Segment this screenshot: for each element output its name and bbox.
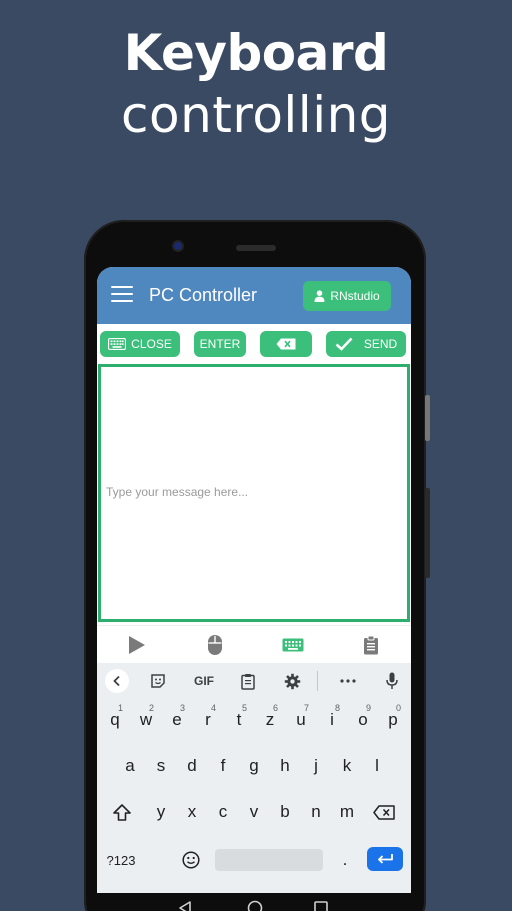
keyboard-suggestion-bar: GIF [97,663,411,699]
spacebar-key[interactable] [215,849,323,871]
back-triangle-icon[interactable] [179,901,191,911]
checkmark-icon [335,337,353,351]
microphone-icon[interactable] [379,669,405,693]
keyboard-icon [108,338,127,350]
mouse-icon [208,635,222,655]
key-t[interactable]: t5 [225,701,253,739]
app-bar: PC Controller RNstudio [97,267,411,324]
close-label: CLOSE [131,337,172,351]
volume-button [425,488,430,578]
key-d[interactable]: d [178,747,206,785]
nav-keyboard-tab[interactable] [279,632,307,658]
key-n[interactable]: n [302,793,330,831]
user-button-label: RNstudio [330,289,380,303]
key-c[interactable]: c [209,793,237,831]
enter-arrow-icon [378,854,393,864]
earpiece-speaker [236,245,276,251]
period-key[interactable]: . [331,841,359,879]
keyboard-enter-key[interactable] [367,847,403,871]
phone-screen: PC Controller RNstudio CLOSE ENTER SEND … [97,267,411,911]
key-l[interactable]: l [363,747,391,785]
backspace-icon [373,804,395,820]
key-h[interactable]: h [271,747,299,785]
message-input[interactable] [101,367,407,619]
send-label: SEND [363,337,398,351]
shift-arrow-icon [113,803,131,821]
promo-headline: Keyboard controlling [0,22,512,146]
key-a[interactable]: a [116,747,144,785]
symbols-key[interactable]: ?123 [103,841,139,879]
keyboard-backspace-key[interactable] [369,793,399,831]
collapse-chevron-icon[interactable] [105,669,129,693]
key-q[interactable]: q1 [101,701,129,739]
backspace-icon [276,338,296,350]
clipboard-icon [364,635,378,655]
smiley-icon [182,851,200,869]
shift-key[interactable] [107,793,137,831]
system-navigation-bar [97,893,411,911]
key-y[interactable]: y [147,793,175,831]
promo-title-line2: controlling [120,86,392,144]
toolbar-divider [317,671,318,691]
message-input-box: Type your message here... [98,364,410,622]
menu-icon[interactable] [111,286,133,304]
key-r[interactable]: r4 [194,701,222,739]
recents-square-icon[interactable] [314,901,328,911]
sticker-icon[interactable] [145,669,171,693]
nav-media-tab[interactable] [123,632,151,658]
gif-button[interactable]: GIF [189,669,219,693]
enter-button[interactable]: ENTER [194,331,246,357]
key-g[interactable]: g [240,747,268,785]
emoji-key[interactable] [177,841,205,879]
front-camera [174,242,182,250]
nav-clipboard-tab[interactable] [357,632,385,658]
key-k[interactable]: k [333,747,361,785]
nav-mouse-tab[interactable] [201,632,229,658]
key-b[interactable]: b [271,793,299,831]
key-i[interactable]: i8 [318,701,346,739]
key-x[interactable]: x [178,793,206,831]
key-v[interactable]: v [240,793,268,831]
soft-keyboard: GIF q1 w2 e3 r 4 t 5 z 6 u 7 i 8 o 9 p 0… [97,663,411,893]
backspace-button[interactable] [260,331,312,357]
app-title: PC Controller [149,285,258,305]
power-button [425,395,430,441]
key-e[interactable]: e3 [163,701,191,739]
person-icon [314,290,325,302]
key-o[interactable]: o9 [349,701,377,739]
settings-gear-icon[interactable] [279,669,305,693]
key-j[interactable]: j [302,747,330,785]
send-button[interactable]: SEND [326,331,406,357]
key-u[interactable]: u7 [287,701,315,739]
gif-label: GIF [194,674,214,688]
promo-title-line1: Keyboard [123,24,389,82]
keyboard-toolbar: CLOSE ENTER SEND [97,324,411,364]
phone-frame: PC Controller RNstudio CLOSE ENTER SEND … [84,220,430,911]
keyboard-icon [282,638,304,652]
key-p[interactable]: p0 [379,701,407,739]
more-options-icon[interactable] [335,669,361,693]
key-s[interactable]: s [147,747,175,785]
home-circle-icon[interactable] [247,900,263,911]
key-m[interactable]: m [333,793,361,831]
clipboard-icon[interactable] [235,669,261,693]
key-f[interactable]: f [209,747,237,785]
user-account-button[interactable]: RNstudio [303,281,391,311]
bottom-navigation [97,625,411,663]
close-keyboard-button[interactable]: CLOSE [100,331,180,357]
key-w[interactable]: w2 [132,701,160,739]
key-z[interactable]: z6 [256,701,284,739]
enter-label: ENTER [199,337,241,351]
play-icon [129,636,145,654]
